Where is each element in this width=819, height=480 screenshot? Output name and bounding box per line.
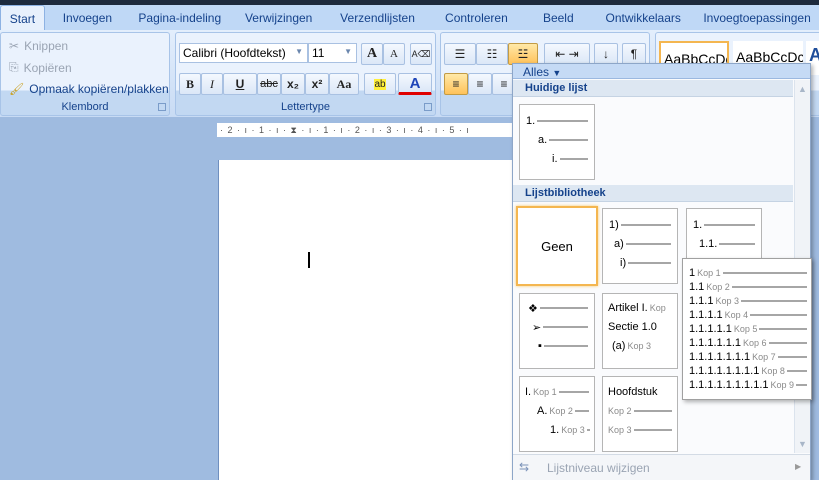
tooltip-row: 1.1 Kop 2 [689, 280, 807, 294]
pilcrow-icon: ¶ [630, 47, 638, 61]
dialog-launcher-icon[interactable] [424, 103, 432, 111]
scroll-down-icon[interactable]: ▼ [798, 439, 807, 449]
shrink-font-button[interactable]: A [383, 43, 405, 65]
tab-ontwikkelaars[interactable]: Ontwikkelaars [591, 5, 695, 30]
numbered-list-icon: ☷ [486, 47, 498, 61]
tab-beeld[interactable]: Beeld [525, 5, 591, 30]
group-label: Klembord [61, 101, 109, 113]
tab-verzendlijsten[interactable]: Verzendlijsten [328, 5, 428, 30]
tooltip-row: 1.1.1.1.1.1.1.1.1 Kop 9 [689, 378, 807, 392]
clear-formatting-button[interactable]: A⌫ [410, 43, 432, 65]
change-case-button[interactable]: Aa [329, 73, 359, 95]
tab-invoegen[interactable]: Invoegen [45, 5, 130, 30]
list-library-item[interactable]: 1) a) i) [602, 208, 678, 284]
font-color-icon: A [409, 74, 421, 92]
section-heading: Lijstbibliotheek [513, 185, 793, 202]
font-size-combobox[interactable]: 11 ▼ [308, 43, 357, 63]
copy-icon: ⎘ [9, 60, 19, 74]
list-library-item[interactable]: ❖ ➢ ▪ [519, 293, 595, 369]
tab-pagina-indeling[interactable]: Pagina-indeling [130, 5, 230, 30]
multilevel-list-icon: ☳ [517, 47, 529, 61]
indent-icon: ⇤ ⇥ [555, 47, 579, 61]
align-right-icon: ≡ [500, 77, 508, 91]
align-center-icon: ≡ [476, 77, 484, 91]
chevron-right-icon: ▶ [795, 462, 802, 471]
list-library-item[interactable]: Artikel I. Kop Sectie 1.0 (a) Kop 3 [602, 293, 678, 369]
tooltip-row: 1.1.1.1.1.1.1 Kop 7 [689, 350, 807, 364]
chevron-down-icon: ▼ [552, 68, 562, 78]
bullet-list-icon: ☰ [454, 47, 466, 61]
change-list-level-item[interactable]: ⇆ Lijstniveau wijzigen ▶ [513, 454, 810, 480]
bullets-button[interactable]: ☰ [444, 43, 476, 65]
section-heading: Huidige lijst [513, 80, 793, 97]
align-left-button[interactable]: ≡ [444, 73, 468, 95]
tooltip-row: 1.1.1.1.1.1 Kop 6 [689, 336, 807, 350]
sort-button[interactable]: ↓ [594, 43, 618, 65]
tooltip-row: 1.1.1 Kop 3 [689, 294, 807, 308]
list-level-icon: ⇆ [519, 460, 530, 474]
underline-button[interactable]: U [223, 73, 257, 95]
ribbon-tabs: Start Invoegen Pagina-indeling Verwijzin… [0, 5, 819, 30]
chevron-down-icon: ▼ [344, 47, 352, 56]
tab-invoegtoepassingen[interactable]: Invoegtoepassingen [695, 5, 819, 30]
current-list-item[interactable]: 1. a. i. [519, 104, 595, 180]
square-bullet-icon: ▪ [538, 340, 542, 352]
show-marks-button[interactable]: ¶ [622, 43, 646, 65]
strikethrough-button[interactable]: abc [257, 73, 281, 95]
highlighter-icon: ab [374, 78, 386, 90]
tab-controleren[interactable]: Controleren [427, 5, 525, 30]
tooltip-row: 1 Kop 1 [689, 266, 807, 280]
document-page[interactable] [218, 160, 518, 480]
filter-dropdown[interactable]: Alles ▼ [513, 64, 810, 79]
bold-button[interactable]: B [179, 73, 201, 95]
tab-verwijzingen[interactable]: Verwijzingen [230, 5, 328, 30]
highlight-button[interactable]: ab [364, 73, 396, 95]
tooltip-row: 1.1.1.1.1.1.1.1 Kop 8 [689, 364, 807, 378]
copy-button[interactable]: ⎘ Kopiëren [9, 60, 72, 75]
font-name-combobox[interactable]: Calibri (Hoofdtekst) ▼ [179, 43, 308, 63]
tooltip-row: 1.1.1.1.1 Kop 5 [689, 322, 807, 336]
text-cursor [308, 252, 310, 268]
align-center-button[interactable]: ≡ [468, 73, 492, 95]
eraser-icon: A⌫ [411, 48, 431, 59]
group-lettertype: Calibri (Hoofdtekst) ▼ 11 ▼ A A A⌫ B I U a… [175, 32, 436, 116]
list-none[interactable]: Geen [516, 206, 598, 286]
grow-font-button[interactable]: A [361, 43, 383, 65]
dialog-launcher-icon[interactable] [158, 103, 166, 111]
group-label: Lettertype [281, 101, 330, 113]
cut-button[interactable]: ✂ Knippen [9, 39, 68, 53]
scissors-icon: ✂ [9, 39, 20, 53]
sort-az-icon: ↓ [603, 47, 609, 61]
tooltip-row: 1.1.1.1 Kop 4 [689, 308, 807, 322]
list-library-item[interactable]: I. Kop 1 A. Kop 2 1. Kop 3 [519, 376, 595, 452]
tab-start[interactable]: Start [0, 5, 45, 30]
numbering-button[interactable]: ☷ [476, 43, 508, 65]
arrow-bullet-icon: ➢ [532, 321, 542, 334]
list-preview-tooltip: 1 Kop 1 1.1 Kop 2 1.1.1 Kop 3 1.1.1.1 Kop 4 1.1.… [682, 258, 812, 400]
indent-buttons[interactable]: ⇤ ⇥ [544, 43, 590, 65]
ruler[interactable]: · 2 · ı · 1 · ı · ⧗ · ı · 1 · ı · 2 · ı … [217, 123, 517, 137]
brush-icon: 🖌 [9, 82, 25, 96]
align-left-icon: ≡ [452, 77, 460, 91]
font-color-button[interactable]: A [398, 73, 432, 95]
superscript-button[interactable]: x² [305, 73, 329, 95]
chevron-down-icon: ▼ [295, 47, 303, 56]
multilevel-list-button[interactable]: ☳ [508, 43, 538, 65]
subscript-button[interactable]: x₂ [281, 73, 305, 95]
group-klembord: ✂ Knippen ⎘ Kopiëren 🖌 Opmaak kopiëren/plak… [0, 32, 170, 116]
diamond-bullet-icon: ❖ [528, 302, 538, 315]
format-painter-button[interactable]: 🖌 Opmaak kopiëren/plakken [9, 82, 169, 96]
list-library-item[interactable]: Hoofdstuk Kop 2 Kop 3 [602, 376, 678, 452]
italic-button[interactable]: I [201, 73, 223, 95]
scroll-up-icon[interactable]: ▲ [798, 84, 807, 94]
